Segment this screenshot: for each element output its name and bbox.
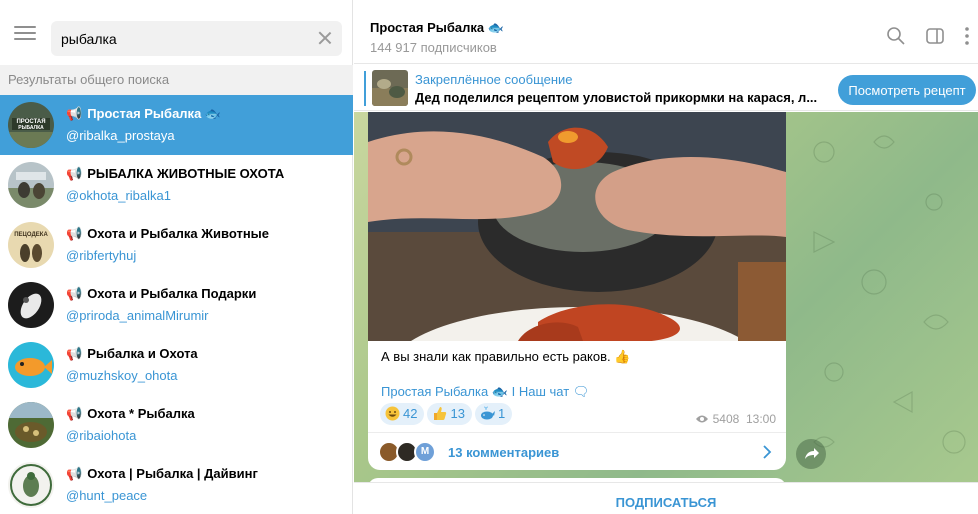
view-count: 5408 bbox=[712, 412, 740, 426]
result-title: Охота * Рыбалка bbox=[87, 406, 195, 421]
result-handle: @hunt_peace bbox=[66, 488, 148, 503]
channel-avatar bbox=[8, 462, 54, 508]
chat-link[interactable]: Наш чат 🗨 bbox=[519, 384, 589, 399]
chat-list-panel: Результаты общего поиска ПРОСТАЯ РЫБАЛКА… bbox=[0, 0, 353, 514]
reaction-whale[interactable]: 1 bbox=[474, 403, 513, 425]
pinned-message-bar[interactable]: Закреплённое сообщение Дед поделился рец… bbox=[354, 65, 978, 111]
share-arrow-icon bbox=[805, 448, 819, 459]
search-result-item[interactable]: 📢 Охота * Рыбалка @ribaiohota bbox=[0, 395, 353, 455]
result-handle: @muzhskoy_ohota bbox=[66, 368, 178, 383]
search-icon[interactable] bbox=[886, 26, 906, 46]
megaphone-icon: 📢 bbox=[66, 286, 83, 301]
result-handle: @ribaiohota bbox=[66, 428, 137, 443]
result-title: РЫБАЛКА ЖИВОТНЫЕ ОХОТА bbox=[87, 166, 285, 181]
hamburger-menu-icon[interactable] bbox=[14, 26, 36, 42]
thumbs-up-emoji-icon bbox=[432, 406, 447, 421]
commenter-avatar-letter: M bbox=[414, 441, 436, 463]
megaphone-icon: 📢 bbox=[66, 166, 83, 181]
reaction-grin[interactable]: 42 bbox=[380, 403, 425, 425]
views-eye-icon bbox=[695, 415, 708, 423]
result-title: Простая Рыбалка bbox=[87, 106, 202, 121]
search-bar bbox=[0, 0, 353, 64]
pinned-indicator bbox=[364, 71, 366, 106]
channel-link[interactable]: Простая Рыбалка 🐟 bbox=[381, 384, 508, 399]
channel-post: А вы знали как правильно есть раков. 👍 П… bbox=[368, 112, 786, 470]
view-recipe-button[interactable]: Посмотреть рецепт bbox=[838, 75, 976, 105]
chat-background: А вы знали как правильно есть раков. 👍 П… bbox=[354, 112, 978, 482]
post-time: 13:00 bbox=[745, 412, 776, 426]
result-handle: @ribalka_prostaya bbox=[66, 128, 175, 143]
channel-avatar bbox=[8, 282, 54, 328]
result-title: Охота и Рыбалка Подарки bbox=[87, 286, 257, 301]
megaphone-icon: 📢 bbox=[66, 226, 83, 241]
result-title: Рыбалка и Охота bbox=[87, 346, 198, 361]
comments-count: 13 комментариев bbox=[448, 445, 560, 460]
search-result-item[interactable]: 📢 Охота и Рыбалка Подарки @priroda_animal… bbox=[0, 275, 353, 335]
chat-title: Простая Рыбалка bbox=[370, 20, 485, 35]
channel-avatar bbox=[8, 162, 54, 208]
search-box[interactable] bbox=[51, 21, 342, 56]
channel-avatar: ПРОСТАЯ РЫБАЛКА bbox=[8, 102, 54, 148]
channel-avatar bbox=[8, 342, 54, 388]
subscribe-bar: ПОДПИСАТЬСЯ bbox=[354, 482, 978, 514]
link-separator: I bbox=[508, 384, 519, 399]
subscriber-count: 144 917 подписчиков bbox=[370, 40, 497, 55]
result-handle: @priroda_animalMirumir bbox=[66, 308, 209, 323]
sidebar-panel-icon[interactable] bbox=[925, 26, 945, 46]
pinned-thumbnail bbox=[372, 70, 408, 106]
more-vertical-icon[interactable] bbox=[963, 26, 978, 46]
search-result-item[interactable]: 📢 Рыбалка и Охота @muzhskoy_ohota bbox=[0, 335, 353, 395]
result-handle: @okhota_ribalka1 bbox=[66, 188, 171, 203]
global-search-results-header: Результаты общего поиска bbox=[0, 65, 353, 95]
chat-panel: Простая Рыбалка 🐟 144 917 подписчиков За… bbox=[354, 0, 978, 514]
post-caption: А вы знали как правильно есть раков. bbox=[381, 349, 611, 364]
chevron-right-icon bbox=[763, 445, 772, 459]
fish-emoji-icon: 🐟 bbox=[487, 20, 504, 35]
megaphone-icon: 📢 bbox=[66, 106, 83, 121]
search-result-item[interactable]: 📢 РЫБАЛКА ЖИВОТНЫЕ ОХОТА @okhota_ribalka1 bbox=[0, 155, 353, 215]
grin-emoji-icon bbox=[385, 406, 400, 421]
post-video[interactable] bbox=[368, 112, 786, 341]
reactions-row: 42 13 1 bbox=[380, 403, 515, 425]
pinned-text: Дед поделился рецептом уловистой прикорм… bbox=[415, 90, 818, 105]
subscribe-button[interactable]: ПОДПИСАТЬСЯ bbox=[354, 483, 978, 514]
fish-emoji-icon: 🐟 bbox=[204, 106, 222, 121]
svg-text:РЫБАЛКА: РЫБАЛКА bbox=[18, 125, 44, 131]
chat-header[interactable]: Простая Рыбалка 🐟 144 917 подписчиков bbox=[354, 0, 978, 64]
search-result-item[interactable]: ПРОСТАЯ РЫБАЛКА 📢 Простая Рыбалка 🐟 @riba… bbox=[0, 95, 353, 155]
whale-emoji-icon bbox=[480, 406, 495, 421]
pinned-label: Закреплённое сообщение bbox=[415, 72, 573, 87]
result-handle: @ribfertyhuj bbox=[66, 248, 137, 263]
megaphone-icon: 📢 bbox=[66, 466, 83, 481]
search-result-item[interactable]: 📢 Охота | Рыбалка | Дайвинг @hunt_peace bbox=[0, 455, 353, 514]
search-result-item[interactable]: ПЕЦОДЕКА 📢 Охота и Рыбалка Животные @ribf… bbox=[0, 215, 353, 275]
comments-button[interactable]: M 13 комментариев bbox=[368, 432, 786, 470]
megaphone-icon: 📢 bbox=[66, 406, 83, 421]
result-title: Охота и Рыбалка Животные bbox=[87, 226, 270, 241]
search-input[interactable] bbox=[61, 29, 301, 49]
result-title: Охота | Рыбалка | Дайвинг bbox=[87, 466, 258, 481]
thumbs-up-emoji-icon: 👍 bbox=[614, 349, 631, 364]
search-results-list: ПРОСТАЯ РЫБАЛКА 📢 Простая Рыбалка 🐟 @riba… bbox=[0, 95, 353, 514]
svg-text:ПЕЦОДЕКА: ПЕЦОДЕКА bbox=[14, 232, 48, 238]
channel-avatar bbox=[8, 402, 54, 448]
clear-search-icon[interactable] bbox=[316, 29, 334, 47]
share-button[interactable] bbox=[796, 439, 826, 469]
reaction-thumbs-up[interactable]: 13 bbox=[427, 403, 472, 425]
channel-avatar: ПЕЦОДЕКА bbox=[8, 222, 54, 268]
megaphone-icon: 📢 bbox=[66, 346, 83, 361]
